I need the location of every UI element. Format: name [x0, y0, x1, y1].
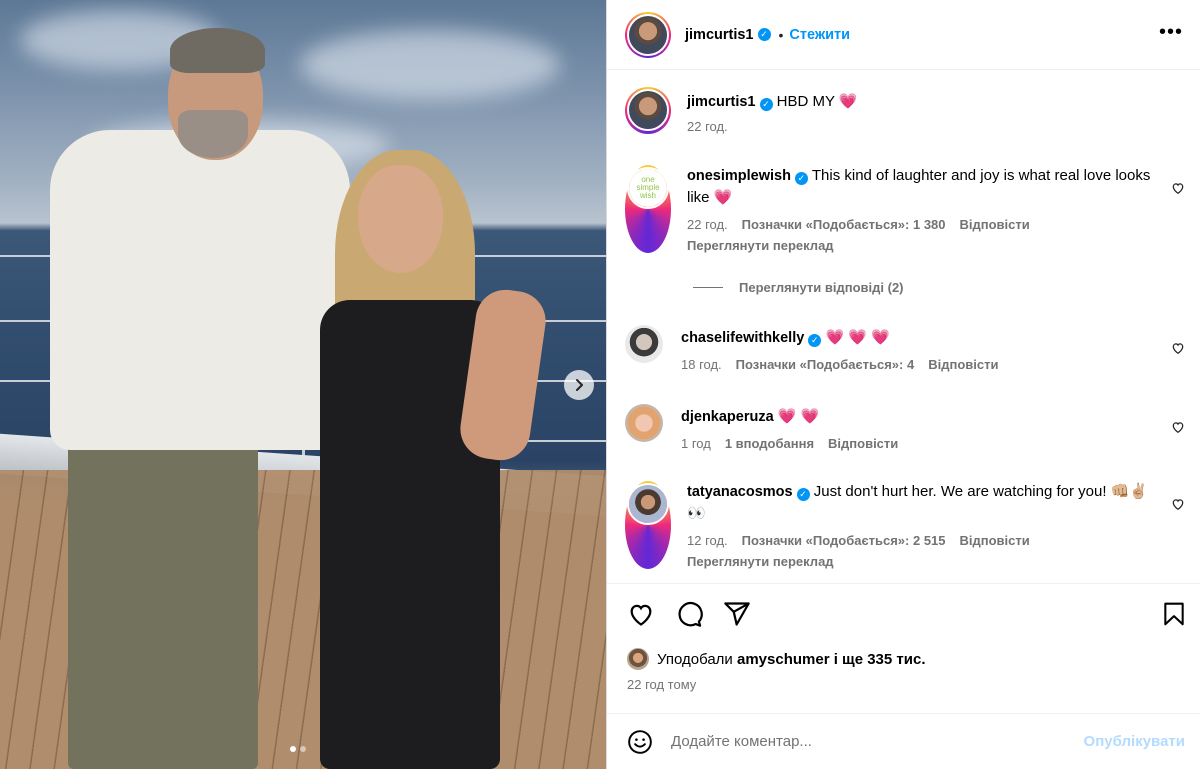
sky-cloud: [300, 30, 560, 100]
woman-figure: [358, 165, 443, 273]
caption-text: HBD MY: [776, 93, 835, 110]
caption: jimcurtis1 ✓ HBD MY 💗 22 год.: [625, 87, 1185, 134]
post-sidebar: jimcurtis1 ✓ • Стежити ••• jimcurtis1 ✓ H…: [606, 0, 1200, 769]
heart-emoji: 💗: [713, 189, 733, 206]
verified-icon: ✓: [808, 334, 822, 347]
post-timestamp: 22 год тому: [627, 677, 697, 692]
comment-username[interactable]: chaselifewithkelly: [681, 330, 804, 346]
avatar[interactable]: one simple wish: [625, 165, 671, 253]
translate-link[interactable]: Переглянути переклад: [687, 554, 1157, 569]
translate-link[interactable]: Переглянути переклад: [687, 238, 1157, 253]
reply-button[interactable]: Відповісти: [828, 436, 898, 451]
reply-button[interactable]: Відповісти: [960, 533, 1030, 548]
comment-icon[interactable]: [675, 600, 703, 628]
comment-text: Just don't hurt her. We are watching for…: [813, 483, 1107, 500]
comment-likes-link[interactable]: Позначки «Подобається»: 2 515: [742, 533, 946, 548]
view-replies-label: Переглянути відповіді (2): [739, 280, 904, 295]
follow-button[interactable]: Стежити: [789, 27, 850, 43]
carousel-dot: [290, 746, 296, 752]
likes-count[interactable]: і ще 335 тис.: [834, 651, 926, 668]
replies-divider: [693, 287, 723, 288]
author-username[interactable]: jimcurtis1: [685, 27, 754, 43]
comment-item: one simple wish onesimplewish ✓ This kind…: [625, 165, 1185, 253]
comment-input[interactable]: [671, 733, 1084, 750]
heart-icon[interactable]: [1171, 420, 1185, 434]
comment-item: tatyanacosmos ✓ Just don't hurt her. We a…: [625, 481, 1185, 569]
avatar[interactable]: [625, 87, 671, 134]
heart-icon[interactable]: [627, 600, 655, 628]
verified-icon: ✓: [794, 172, 808, 185]
comment-composer: Опублікувати: [607, 713, 1200, 769]
heart-emoji: 💗 💗 💗: [825, 329, 890, 346]
bookmark-icon[interactable]: [1161, 600, 1187, 628]
comment-time: 18 год.: [681, 357, 722, 372]
post-photo[interactable]: [0, 0, 606, 769]
caption-time: 22 год.: [687, 119, 728, 134]
emoji-icon[interactable]: [627, 729, 653, 755]
heart-icon[interactable]: [1171, 341, 1185, 355]
post-header: jimcurtis1 ✓ • Стежити •••: [607, 0, 1200, 70]
reply-button[interactable]: Відповісти: [960, 217, 1030, 232]
liker-avatar: [627, 648, 649, 670]
verified-icon: ✓: [759, 98, 773, 111]
avatar[interactable]: [625, 325, 663, 363]
caption-username[interactable]: jimcurtis1: [687, 94, 756, 110]
heart-emoji: 💗 💗: [777, 408, 820, 425]
man-figure: [50, 130, 350, 450]
comment-likes-link[interactable]: Позначки «Подобається»: 1 380: [742, 217, 946, 232]
verified-icon: ✓: [796, 488, 810, 501]
likes-prefix: Уподобали: [657, 650, 733, 668]
carousel-dot: [300, 746, 306, 752]
comment-item: chaselifewithkelly ✓ 💗 💗 💗 18 год. Познач…: [625, 325, 1185, 372]
comment-time: 22 год.: [687, 217, 728, 232]
avatar-logo: one simple wish: [629, 169, 667, 207]
verified-icon: ✓: [757, 28, 771, 41]
heart-icon[interactable]: [1171, 181, 1185, 195]
chevron-right-icon: [576, 379, 583, 391]
carousel-indicator: [290, 746, 306, 752]
heart-emoji: 💗: [838, 93, 858, 110]
author-avatar[interactable]: [625, 11, 671, 58]
comment-time: 12 год.: [687, 533, 728, 548]
heart-icon[interactable]: [1171, 497, 1185, 511]
comments-list[interactable]: jimcurtis1 ✓ HBD MY 💗 22 год. one simple …: [607, 71, 1200, 583]
man-figure: [178, 110, 248, 158]
separator-dot: •: [778, 26, 784, 43]
comment-time: 1 год: [681, 436, 711, 451]
liker-username[interactable]: amyschumer: [737, 651, 830, 668]
view-replies-button[interactable]: Переглянути відповіді (2): [693, 280, 904, 295]
publish-button[interactable]: Опублікувати: [1084, 733, 1185, 750]
likes-summary[interactable]: Уподобали amyschumer і ще 335 тис.: [627, 648, 926, 670]
more-options-icon[interactable]: •••: [1159, 22, 1183, 42]
avatar[interactable]: [625, 404, 663, 442]
reply-button[interactable]: Відповісти: [928, 357, 998, 372]
comment-username[interactable]: djenkaperuza: [681, 409, 774, 425]
share-icon[interactable]: [723, 600, 751, 628]
comment-username[interactable]: tatyanacosmos: [687, 484, 793, 500]
avatar[interactable]: [625, 481, 671, 569]
man-figure: [170, 28, 265, 73]
comment-likes-link[interactable]: Позначки «Подобається»: 4: [736, 357, 915, 372]
comment-item: djenkaperuza 💗 💗 1 год 1 вподобання Відп…: [625, 404, 1185, 451]
comment-likes-link[interactable]: 1 вподобання: [725, 436, 814, 451]
comment-username[interactable]: onesimplewish: [687, 168, 791, 184]
carousel-next-button[interactable]: [564, 370, 594, 400]
